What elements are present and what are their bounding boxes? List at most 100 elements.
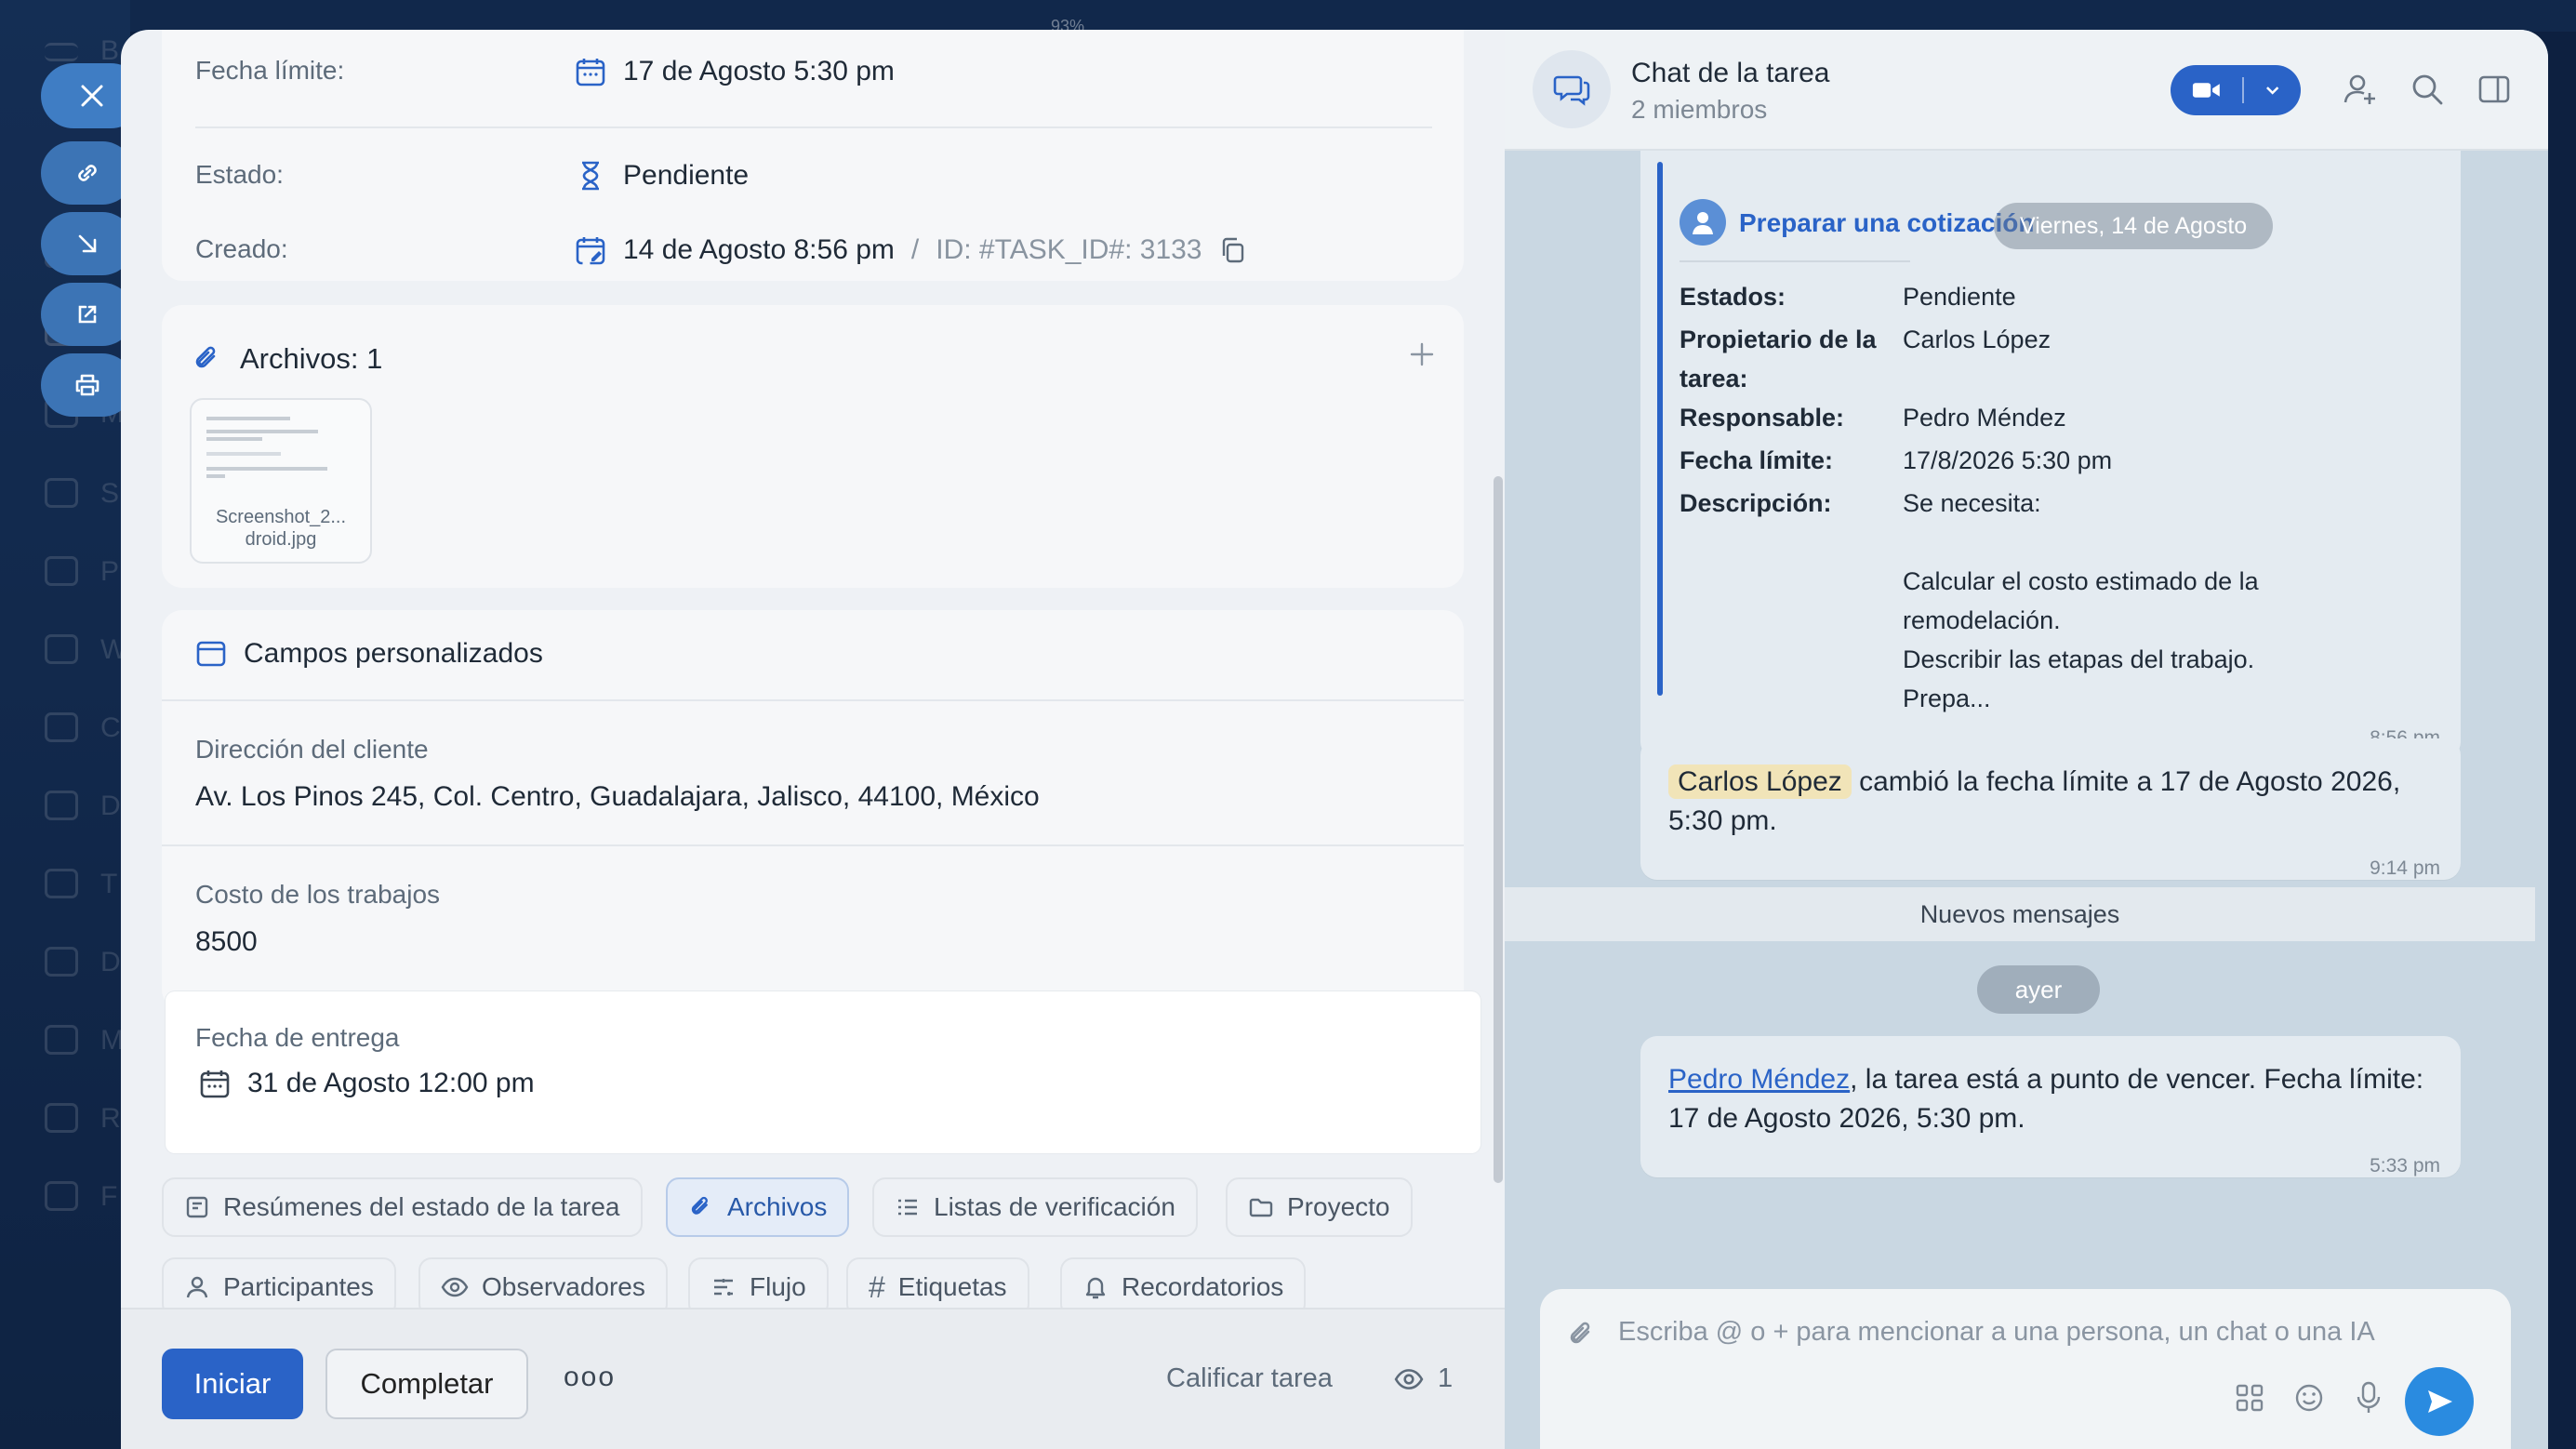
field-value: 31 de Agosto 12:00 pm	[199, 1068, 535, 1099]
system-message: Pedro Méndez, la tarea está a punto de v…	[1640, 1036, 2461, 1177]
date-chip: ayer	[1977, 965, 2100, 1014]
card-value: 17/8/2026 5:30 pm	[1903, 446, 2113, 474]
printer-icon	[75, 374, 100, 396]
form-icon	[196, 641, 226, 667]
folder-icon	[1249, 1198, 1273, 1217]
card-key: Descripción:	[1680, 489, 1832, 517]
file-thumbnail[interactable]: Screenshot_2... droid.jpg	[190, 398, 372, 564]
delivery-date-field[interactable]: Fecha de entrega 31 de Agosto 12:00 pm	[166, 991, 1481, 1153]
rate-task-button[interactable]: Calificar tarea	[1166, 1363, 1333, 1394]
card-value: Carlos López	[1903, 326, 2052, 353]
deadline-value[interactable]: 17 de Agosto 5:30 pm	[575, 56, 895, 87]
message-text: Pedro Méndez, la tarea está a punto de v…	[1668, 1064, 2424, 1134]
message-input[interactable]: Escriba @ o + para mencionar a una perso…	[1618, 1317, 2375, 1348]
emoji-icon[interactable]	[2293, 1382, 2325, 1414]
status-value[interactable]: Pendiente	[575, 160, 749, 192]
video-call-button[interactable]	[2171, 65, 2301, 115]
send-icon	[2428, 1390, 2452, 1413]
status-text: Pendiente	[623, 160, 750, 191]
file-name: Screenshot_2... droid.jpg	[215, 507, 347, 550]
field-value[interactable]: 8500	[195, 926, 258, 958]
field-label: Dirección del cliente	[195, 735, 429, 764]
description-line: Describir las etapas del trabajo.	[1903, 645, 2255, 673]
mention-author[interactable]: Carlos López	[1668, 764, 1852, 799]
start-button[interactable]: Iniciar	[162, 1349, 303, 1419]
custom-fields-header: Campos personalizados	[195, 638, 543, 670]
calendar-icon	[200, 1070, 230, 1098]
calendar-edit-icon	[576, 237, 605, 265]
paperclip-icon[interactable]	[1566, 1319, 1598, 1350]
eye-icon	[1394, 1368, 1424, 1389]
divider	[162, 844, 1464, 846]
minimize-button[interactable]	[41, 212, 134, 275]
card-key: Estados:	[1680, 283, 1786, 311]
print-button[interactable]	[41, 353, 134, 417]
copy-icon[interactable]	[1219, 236, 1247, 264]
date-chip-top: Viernes, 14 de Agosto	[1994, 203, 2274, 249]
avatar	[1680, 199, 1726, 246]
card-value: Se necesita:	[1903, 489, 2041, 517]
arrow-down-right-icon	[78, 234, 97, 253]
deadline-text: 17 de Agosto 5:30 pm	[623, 56, 895, 86]
tab-checklists[interactable]: Listas de verificación	[872, 1177, 1198, 1237]
created-text: 14 de Agosto 8:56 pm	[623, 234, 895, 265]
tab-files[interactable]: Archivos	[666, 1177, 850, 1237]
bell-icon	[1085, 1277, 1106, 1299]
message-time: 9:14 pm	[2370, 857, 2440, 879]
send-button[interactable]	[2405, 1367, 2474, 1436]
copy-link-button[interactable]	[41, 141, 134, 205]
files-header: Archivos: 1	[192, 342, 382, 376]
card-accent-bar	[1657, 162, 1663, 696]
scrollbar[interactable]	[1494, 476, 1503, 1183]
chat-members[interactable]: 2 miembros	[1631, 95, 1767, 125]
task-link[interactable]: Preparar una cotización	[1739, 208, 2034, 238]
card-value: Pedro Méndez	[1903, 404, 2066, 432]
status-label: Estado:	[195, 160, 284, 189]
divider	[162, 699, 1464, 701]
plus-icon[interactable]	[1408, 340, 1436, 368]
custom-fields-title: Campos personalizados	[244, 638, 543, 669]
flow-icon	[714, 1279, 733, 1296]
user-icon	[1693, 212, 1713, 234]
link-icon	[78, 165, 97, 181]
card-key: Propietario de la tarea:	[1680, 326, 1877, 392]
files-title: Archivos: 1	[240, 342, 383, 375]
deadline-label: Fecha límite:	[195, 56, 345, 85]
open-new-window-button[interactable]	[41, 283, 134, 346]
tab-project[interactable]: Proyecto	[1226, 1177, 1413, 1237]
sidebar-toggle-icon[interactable]	[2477, 73, 2511, 106]
hash-icon: #	[869, 1270, 885, 1304]
chevron-down-icon[interactable]	[2264, 85, 2280, 96]
more-button[interactable]: ooo	[564, 1362, 616, 1393]
files-card: Archivos: 1 Screenshot_2... droid.jpg	[162, 305, 1464, 588]
person-icon	[186, 1276, 208, 1298]
field-value[interactable]: Av. Los Pinos 245, Col. Centro, Guadalaj…	[195, 781, 1040, 813]
viewers-counter[interactable]: 1	[1391, 1363, 1453, 1394]
message-time: 5:33 pm	[2370, 1155, 2440, 1176]
new-messages-divider: Nuevos mensajes	[1505, 887, 2535, 941]
chat-header: Chat de la tarea 2 miembros	[1505, 30, 2548, 151]
chat-avatar	[1533, 50, 1611, 128]
card-key: Fecha límite:	[1680, 446, 1834, 474]
created-value: 14 de Agosto 8:56 pm / ID: #TASK_ID#: 31…	[575, 234, 1247, 266]
divider	[195, 126, 1432, 128]
created-label: Creado:	[195, 234, 288, 263]
eye-icon	[441, 1277, 469, 1297]
add-member-icon[interactable]	[2342, 71, 2379, 108]
paperclip-icon	[691, 1196, 708, 1215]
mention-user[interactable]: Pedro Méndez	[1668, 1064, 1850, 1095]
description-line: remodelación.	[1903, 606, 2061, 634]
task-info-card: Fecha límite: 17 de Agosto 5:30 pm Estad…	[162, 30, 1464, 281]
close-icon	[81, 85, 103, 107]
message-text: Carlos López cambió la fecha límite a 17…	[1668, 764, 2401, 836]
description-line: Prepa...	[1903, 685, 1991, 712]
chat-title: Chat de la tarea	[1631, 58, 1830, 88]
chat-panel: Chat de la tarea 2 miembros Preparar una…	[1505, 30, 2548, 1449]
complete-button[interactable]: Completar	[325, 1349, 528, 1419]
apps-icon[interactable]	[2234, 1382, 2265, 1414]
microphone-icon[interactable]	[2353, 1380, 2384, 1416]
description-line: Calcular el costo estimado de la	[1903, 567, 2259, 595]
tab-summaries[interactable]: Resúmenes del estado de la tarea	[162, 1177, 643, 1237]
system-message: Carlos López cambió la fecha límite a 17…	[1640, 738, 2461, 880]
search-icon[interactable]	[2409, 71, 2446, 108]
